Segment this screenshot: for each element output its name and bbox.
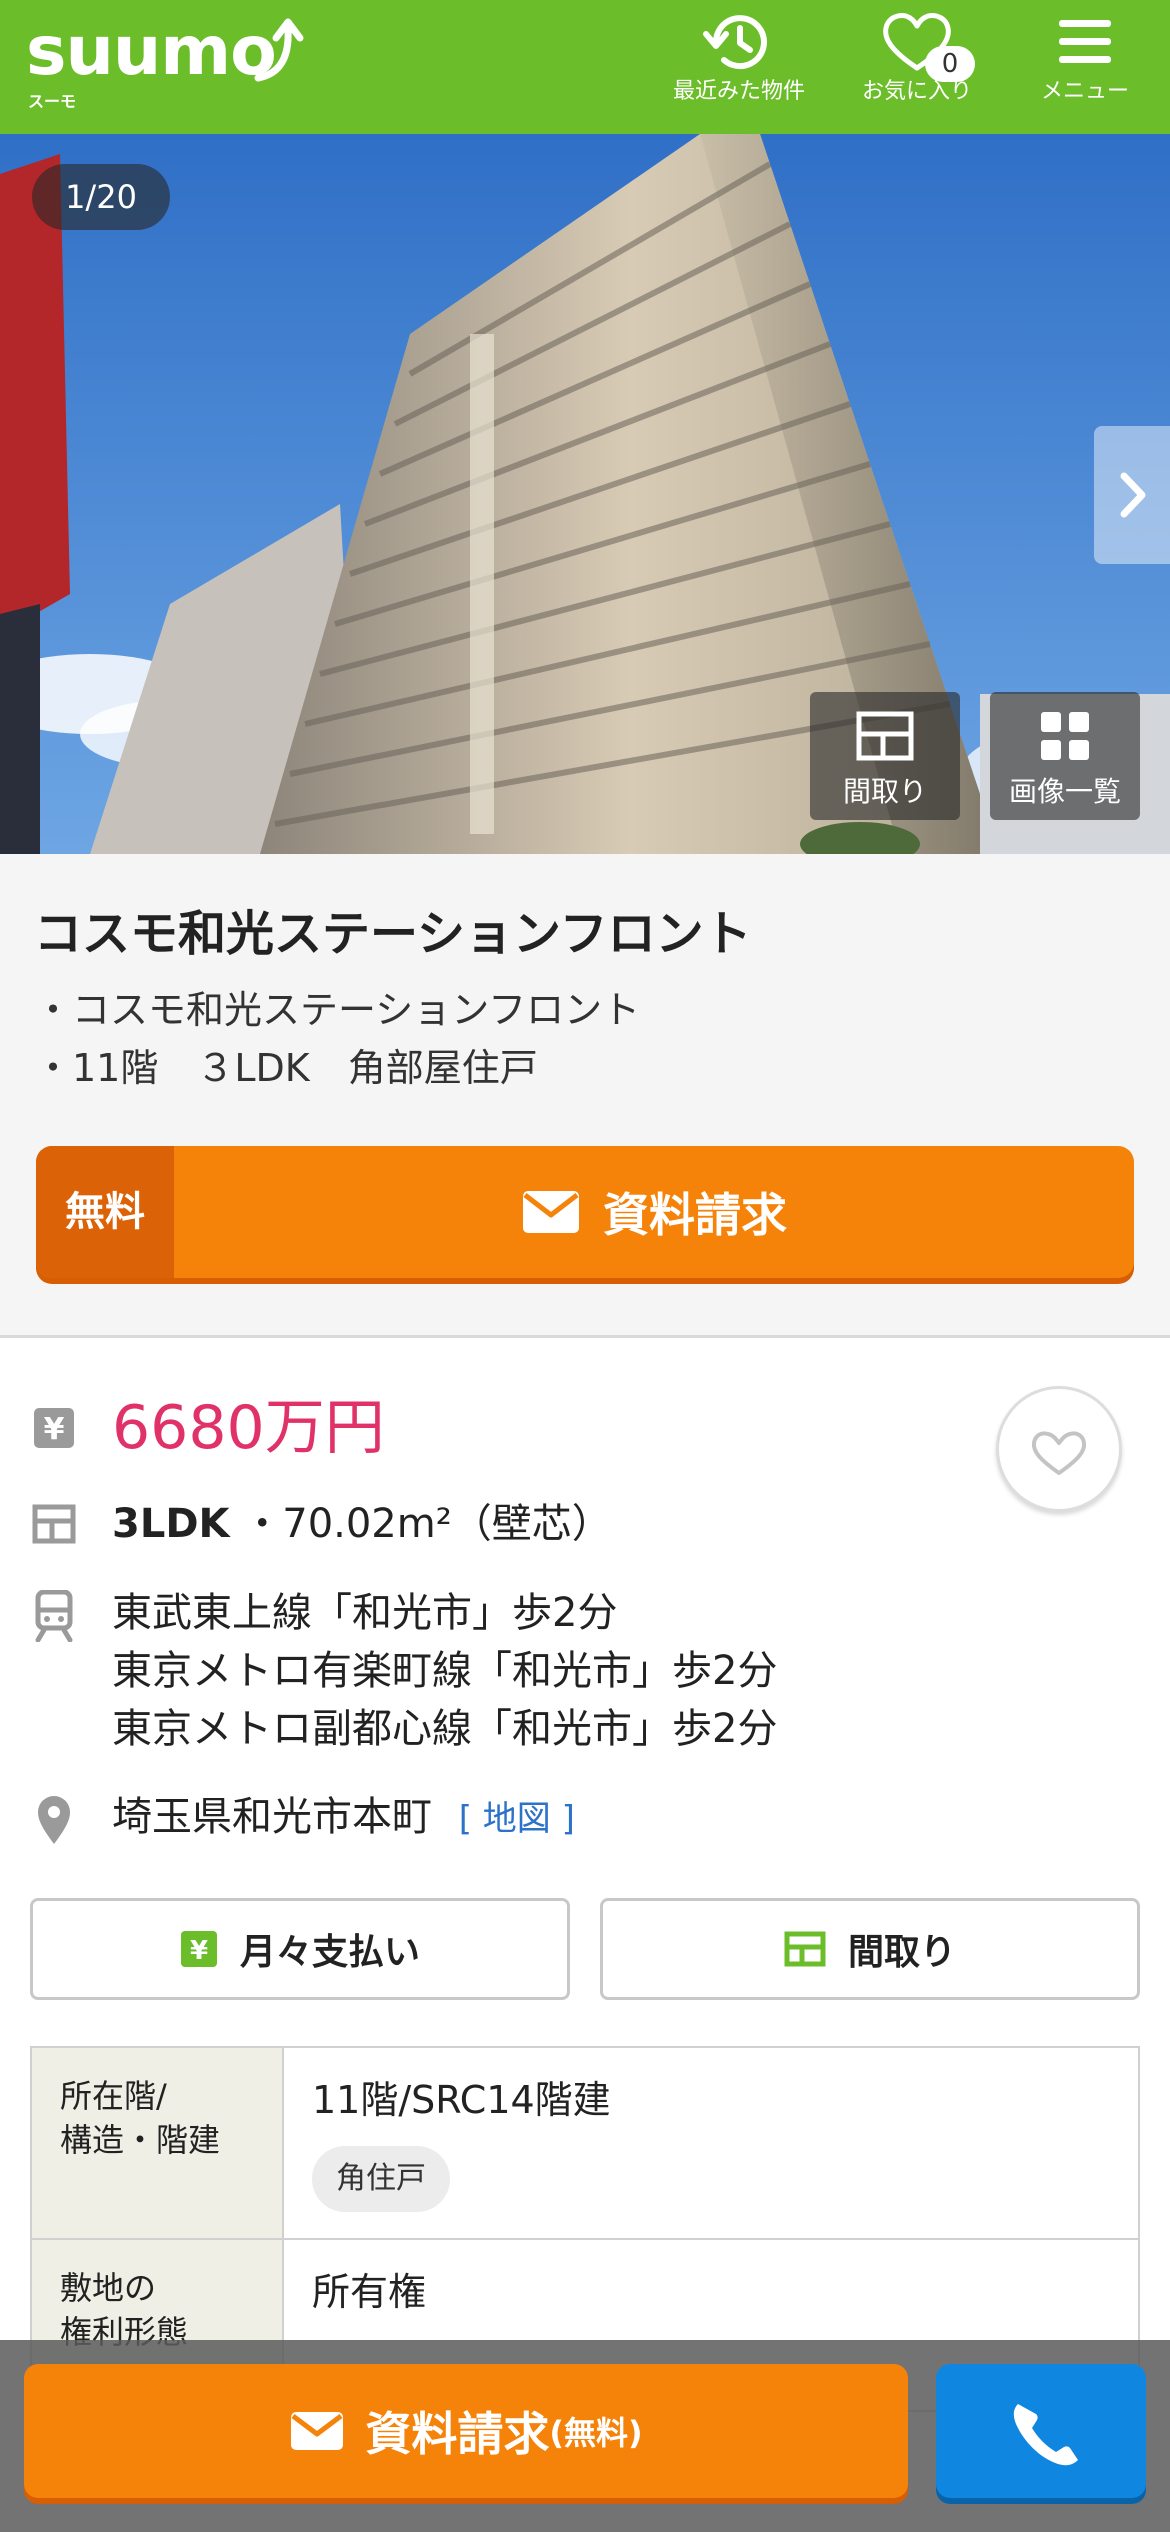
floorplan-photo-label: 間取り xyxy=(842,775,927,808)
history-clock-icon xyxy=(703,15,767,70)
location-pin-icon xyxy=(38,1796,70,1844)
map-link[interactable]: [ 地図 ] xyxy=(459,1799,575,1839)
spec-value-cell: 11階/SRC14階建 角住戸 xyxy=(284,2048,1138,2238)
floorplan-icon xyxy=(856,711,914,761)
monthly-payment-button[interactable]: ¥ 月々支払い xyxy=(30,1898,570,2000)
layout-icon xyxy=(32,1504,76,1544)
layout-area-line: 3LDK ・70.02m²（壁芯） xyxy=(112,1496,612,1552)
recent-viewed-label: 最近みた物件 xyxy=(672,79,805,104)
floorplan-photo-button[interactable]: 間取り xyxy=(810,692,960,820)
corner-unit-tag: 角住戸 xyxy=(312,2146,450,2212)
heart-outline-icon xyxy=(1031,1431,1087,1475)
image-list-label: 画像一覧 xyxy=(1008,775,1121,808)
favorites-count-badge: 0 xyxy=(925,46,975,82)
yen-icon: ¥ xyxy=(34,1408,74,1448)
access-line: 東京メトロ有楽町線「和光市」歩2分 xyxy=(112,1648,778,1694)
app-header: suumo スーモ 最近みた物件 0 お気に入り メニュー xyxy=(0,0,1170,134)
chevron-right-icon xyxy=(1120,472,1146,518)
image-list-button[interactable]: 画像一覧 xyxy=(990,692,1140,820)
spec-key: 所在階/ 構造・階建 xyxy=(32,2048,284,2238)
recent-viewed-button[interactable]: 最近みた物件 xyxy=(664,10,814,120)
logo-text: suumo xyxy=(26,12,277,91)
table-row: 所在階/ 構造・階建 11階/SRC14階建 角住戸 xyxy=(32,2048,1138,2240)
train-icon xyxy=(35,1590,73,1642)
favorites-button[interactable]: 0 お気に入り xyxy=(842,10,992,120)
address-line: 埼玉県和光市本町 [ 地図 ] xyxy=(112,1788,575,1848)
bottom-request-free: (無料) xyxy=(549,2414,643,2452)
request-info-content: 資料請求 xyxy=(174,1146,1134,1278)
property-summary: コスモ和光ステーションフロント ・コスモ和光ステーションフロント ・11階 ３L… xyxy=(0,854,1170,1338)
property-photo-gallery[interactable]: 1/20 間取り 画像一覧 xyxy=(0,134,1170,854)
price: 6680万円 xyxy=(112,1393,385,1463)
call-button[interactable] xyxy=(936,2364,1146,2498)
bottom-request-info-button[interactable]: 資料請求 (無料) xyxy=(24,2364,908,2498)
logo-subtext: スーモ xyxy=(28,92,77,111)
menu-button[interactable]: メニュー xyxy=(1020,10,1150,120)
hamburger-menu-icon xyxy=(1059,20,1111,63)
request-info-label: 資料請求 xyxy=(603,1188,787,1242)
monthly-payment-label: 月々支払い xyxy=(239,1932,420,1973)
access-line: 東京メトロ副都心線「和光市」歩2分 xyxy=(112,1706,778,1752)
floorplan-button[interactable]: 間取り xyxy=(600,1898,1140,2000)
photo-counter: 1/20 xyxy=(32,164,170,230)
phone-icon xyxy=(1013,2404,1078,2466)
address: 埼玉県和光市本町 xyxy=(112,1794,432,1840)
layout-type: 3LDK xyxy=(112,1501,230,1547)
mail-icon xyxy=(523,1191,579,1233)
suumo-logo[interactable]: suumo スーモ xyxy=(26,12,306,112)
mail-icon xyxy=(291,2412,344,2450)
floorplan-button-label: 間取り xyxy=(847,1932,956,1973)
logo-arrow-icon xyxy=(254,18,304,82)
yen-green-icon: ¥ xyxy=(180,1931,217,1967)
favorites-label: お気に入り xyxy=(861,79,972,104)
next-photo-button[interactable] xyxy=(1094,426,1170,564)
spec-value: 11階/SRC14階建 xyxy=(312,2078,611,2122)
free-badge: 無料 xyxy=(36,1146,174,1278)
floor-area: ・70.02m²（壁芯） xyxy=(242,1501,612,1547)
floorplan-green-icon xyxy=(784,1931,826,1967)
property-name-line: ・コスモ和光ステーションフロント xyxy=(34,988,641,1032)
access-line: 東武東上線「和光市」歩2分 xyxy=(112,1590,618,1636)
svg-text:¥: ¥ xyxy=(44,1412,65,1447)
add-favorite-button[interactable] xyxy=(996,1386,1122,1512)
bottom-action-bar: 資料請求 (無料) xyxy=(0,2340,1170,2532)
property-title: コスモ和光ステーションフロント xyxy=(34,906,752,962)
menu-label: メニュー xyxy=(1040,79,1129,104)
property-floor-line: ・11階 ３LDK 角部屋住戸 xyxy=(34,1046,538,1090)
request-info-button[interactable]: 無料 資料請求 xyxy=(36,1146,1134,1278)
grid-icon xyxy=(1041,712,1089,760)
bottom-request-label: 資料請求 xyxy=(365,2407,550,2461)
svg-text:¥: ¥ xyxy=(190,1936,208,1966)
